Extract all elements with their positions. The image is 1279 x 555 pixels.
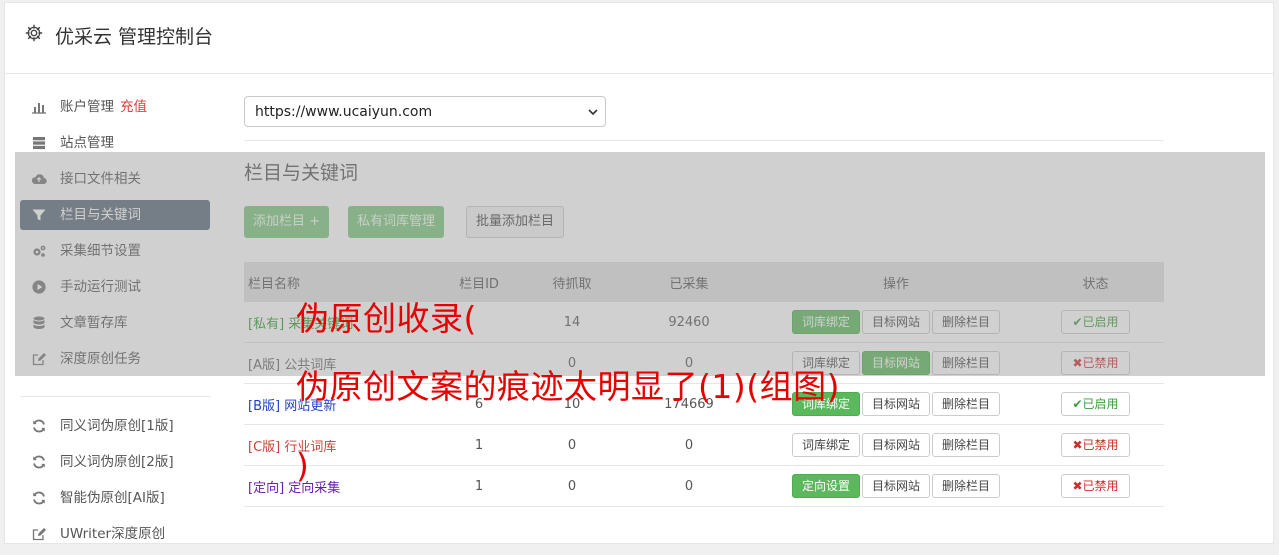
header: 优采云 管理控制台 bbox=[5, 3, 1273, 74]
site-select[interactable]: https://www.ucaiyun.com bbox=[244, 96, 606, 127]
refresh-icon bbox=[33, 419, 45, 433]
target-site-button[interactable]: 目标网站 bbox=[861, 433, 930, 457]
target-site-button[interactable]: 目标网站 bbox=[861, 474, 930, 498]
target-site-button[interactable]: 目标网站 bbox=[861, 392, 930, 416]
refresh-icon bbox=[33, 491, 45, 505]
delete-column-button[interactable]: 删除栏目 bbox=[932, 392, 1001, 416]
sidebar-item-synonym-v1[interactable]: 同义词伪原创[1版] bbox=[20, 411, 210, 441]
delete-column-button[interactable]: 删除栏目 bbox=[932, 433, 1001, 457]
row-id: 1 bbox=[427, 424, 531, 466]
table-row: [定向] 定向采集 1 0 0 定向设置 目标网站 删除栏目 ✖已禁用 bbox=[244, 465, 1164, 507]
watermark-line-1: 伪原创收录( bbox=[296, 299, 477, 338]
sidebar-item-label: UWriter深度原创 bbox=[60, 526, 166, 542]
row-collected: 0 bbox=[613, 424, 765, 466]
row-id: 1 bbox=[427, 465, 531, 507]
recharge-link[interactable]: 充值 bbox=[120, 99, 147, 115]
page-title: 优采云 管理控制台 bbox=[55, 26, 214, 48]
row-collected: 0 bbox=[613, 465, 765, 507]
sidebar-item-label: 账户管理 bbox=[60, 99, 114, 115]
sidebar-item-label: 同义词伪原创[1版] bbox=[60, 418, 174, 434]
status-enabled-badge[interactable]: ✔已启用 bbox=[1061, 392, 1130, 416]
refresh-icon bbox=[33, 455, 45, 469]
row-tag: [定向] bbox=[248, 480, 285, 496]
status-disabled-badge[interactable]: ✖已禁用 bbox=[1061, 474, 1130, 498]
delete-column-button[interactable]: 删除栏目 bbox=[932, 474, 1001, 498]
bar-chart-icon bbox=[32, 103, 46, 114]
site-select-value: https://www.ucaiyun.com bbox=[255, 104, 433, 120]
sidebar-item-label: 同义词伪原创[2版] bbox=[60, 454, 174, 470]
sidebar-item-account[interactable]: 账户管理 充值 bbox=[20, 92, 210, 122]
directed-settings-button[interactable]: 定向设置 bbox=[791, 474, 860, 498]
sidebar-item-label: 智能伪原创[AI版] bbox=[60, 490, 165, 506]
server-icon bbox=[33, 137, 45, 150]
row-name-link[interactable]: 行业词库 bbox=[284, 440, 336, 455]
row-tag: [C版] bbox=[248, 439, 281, 455]
gear-icon bbox=[25, 24, 43, 42]
sidebar-item-synonym-v2[interactable]: 同义词伪原创[2版] bbox=[20, 447, 210, 477]
chevron-down-icon bbox=[588, 109, 598, 116]
row-pending: 0 bbox=[531, 424, 613, 466]
row-pending: 0 bbox=[531, 465, 613, 507]
row-tag: [B版] bbox=[248, 398, 281, 414]
status-disabled-badge[interactable]: ✖已禁用 bbox=[1061, 433, 1130, 457]
sidebar-item-smart-ai[interactable]: 智能伪原创[AI版] bbox=[20, 483, 210, 513]
watermark-line-2: 伪原创文案的痕迹太明显了(1)(组图) bbox=[296, 367, 840, 406]
edit-icon bbox=[32, 528, 46, 541]
sidebar-item-uwriter[interactable]: UWriter深度原创 bbox=[20, 519, 210, 549]
content-divider bbox=[244, 140, 1164, 141]
table-row: [C版] 行业词库 1 0 0 词库绑定 目标网站 删除栏目 ✖已禁用 bbox=[244, 424, 1164, 466]
sidebar-divider bbox=[20, 396, 210, 397]
gray-overlay bbox=[15, 152, 1265, 376]
watermark-line-3: ) bbox=[296, 446, 310, 485]
bind-lib-button[interactable]: 词库绑定 bbox=[791, 433, 860, 457]
